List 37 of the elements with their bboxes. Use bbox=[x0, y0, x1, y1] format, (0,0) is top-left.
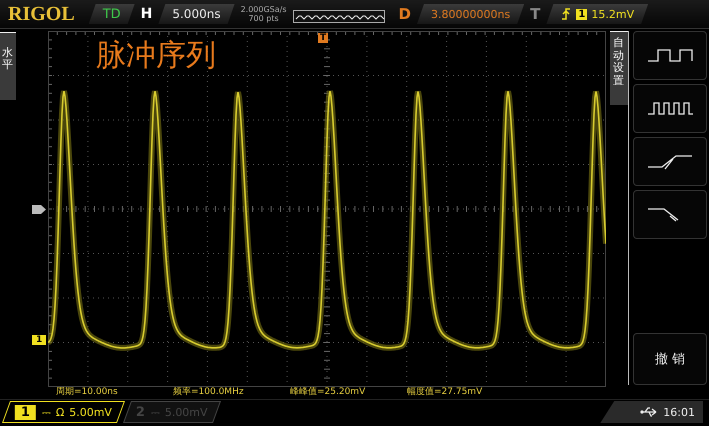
measurement-reading: 峰峰值=25.20mV bbox=[290, 386, 366, 399]
memory-depth: 700 pts bbox=[248, 14, 279, 23]
trigger-level: 15.2mV bbox=[591, 8, 634, 20]
edge-slope-icon bbox=[560, 7, 572, 21]
channel-marker: 1 bbox=[32, 335, 46, 345]
delay-label: D bbox=[398, 5, 411, 23]
reference-marker-icon bbox=[32, 205, 46, 214]
trigger-label: T bbox=[530, 5, 540, 23]
pulse-train-icon bbox=[646, 100, 694, 118]
delay-value[interactable]: 3.80000000ns bbox=[416, 4, 524, 24]
usb-icon bbox=[640, 407, 658, 417]
source-badge: 1 bbox=[576, 8, 588, 20]
timebase-value[interactable]: 5.000ns bbox=[158, 4, 235, 24]
channel-indicator[interactable]: 1 ⎓ Ω 5.00mV bbox=[2, 401, 126, 423]
coupling-symbol: ⎓ bbox=[42, 406, 52, 418]
run-state: TD bbox=[88, 4, 135, 24]
measurement-reading: 频率=100.0MHz bbox=[173, 386, 245, 399]
coupling-symbol: ⎓ bbox=[151, 406, 160, 418]
channel-number: 1 bbox=[15, 404, 36, 420]
sample-rate: 2.000GSa/s bbox=[240, 5, 287, 14]
menu-button[interactable] bbox=[633, 84, 707, 133]
waveform-title: 脉冲序列 bbox=[96, 37, 216, 75]
horizontal-tab[interactable]: 水平 bbox=[0, 32, 16, 100]
trigger-position-marker: T bbox=[318, 33, 328, 43]
trigger-settings[interactable]: 1 15.2mV bbox=[546, 4, 648, 24]
impedance-symbol: Ω bbox=[56, 406, 64, 418]
measurement-reading: 幅度值=27.75mV bbox=[407, 386, 484, 399]
clock-time: 16:01 bbox=[663, 406, 695, 418]
auto-setup-tab[interactable]: 自动设置 bbox=[610, 31, 628, 105]
undo-button[interactable]: 撤 销 bbox=[633, 333, 707, 385]
horizontal-label: H bbox=[140, 6, 152, 22]
single-pulse-icon bbox=[646, 46, 694, 64]
measurement-reading: 周期=10.00ns bbox=[56, 386, 119, 399]
menu-button[interactable] bbox=[633, 31, 707, 80]
rising-edge-icon bbox=[646, 152, 694, 170]
vertical-scale: 5.00mV bbox=[69, 406, 112, 418]
brand-logo: RIGOL bbox=[8, 2, 75, 26]
